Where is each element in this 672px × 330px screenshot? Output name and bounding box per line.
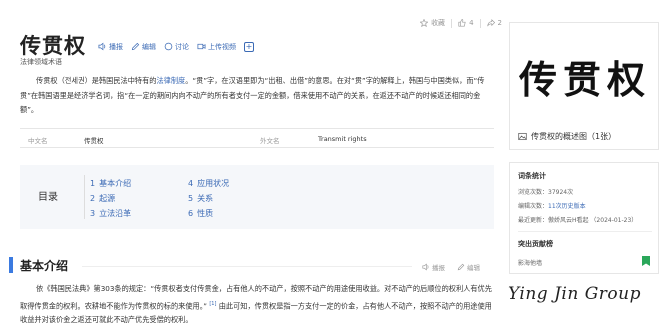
toc-num: 4 bbox=[188, 179, 194, 188]
history-link[interactable]: 11次历史版本 bbox=[548, 203, 586, 210]
play-button[interactable]: 播报 bbox=[98, 42, 123, 52]
cn-name-value: 传贯权 bbox=[84, 137, 104, 145]
star-icon bbox=[420, 19, 429, 27]
title-row: 传贯权 播报 编辑 讨论 上传视频 + bbox=[20, 30, 254, 60]
plus-icon: + bbox=[245, 41, 253, 51]
summary-text: 传贯权（전세권）是韩国民法中特有的 bbox=[36, 76, 157, 85]
toc-item[interactable]: 5 关系 bbox=[188, 193, 213, 204]
top-actions: 收藏 4 2 bbox=[420, 18, 502, 28]
title-tools: 播报 编辑 讨论 上传视频 + bbox=[98, 41, 254, 52]
toc-num: 6 bbox=[188, 209, 194, 218]
contrib-user[interactable]: 影海他墙 bbox=[518, 258, 542, 267]
section-accent-bar bbox=[9, 257, 13, 273]
toc-item[interactable]: 2 起源 bbox=[90, 193, 115, 204]
toc-label: 关系 bbox=[197, 194, 214, 203]
edit-button[interactable]: 编辑 bbox=[131, 42, 156, 52]
section-edit-button[interactable]: 编辑 bbox=[457, 262, 480, 272]
stats-label: 最近更新： bbox=[518, 217, 549, 224]
upload-video-label: 上传视频 bbox=[208, 42, 236, 51]
divider bbox=[479, 18, 481, 28]
toc-label: 起源 bbox=[99, 194, 116, 203]
contrib-heading: 突出贡献榜 bbox=[518, 240, 553, 248]
summary-paragraph: 传贯权（전세권）是韩国民法中特有的法律制度。“贯”字，在汉语里即为“出租、出借”… bbox=[20, 74, 494, 118]
album-image-text: 传贯权 bbox=[518, 56, 651, 102]
section-paragraph: 依《韩国民法典》第303条的规定：“传贯权者支付传贯金，占有他人的不动产，按照不… bbox=[20, 282, 494, 328]
toc-num: 3 bbox=[90, 209, 96, 218]
speaker-icon bbox=[422, 263, 429, 271]
video-icon bbox=[197, 43, 206, 50]
toc-title: 目录 bbox=[38, 192, 58, 203]
toc-item[interactable]: 4 应用状况 bbox=[188, 178, 229, 189]
play-label: 播报 bbox=[109, 42, 123, 51]
info-box: 中文名 传贯权 外文名 Transmit rights bbox=[20, 128, 494, 148]
cn-name-label: 中文名 bbox=[28, 137, 48, 145]
page-title: 传贯权 bbox=[20, 33, 86, 58]
stats-value: 傲娇风云H看起 （2024-01-23） bbox=[548, 217, 638, 224]
share-icon bbox=[486, 19, 495, 27]
stats-views: 浏览次数：37924次 bbox=[518, 187, 573, 196]
share-button[interactable]: 2 bbox=[486, 19, 502, 27]
legal-system-link[interactable]: 法律制度 bbox=[156, 76, 185, 85]
speaker-icon bbox=[98, 42, 106, 51]
section-play-label: 播报 bbox=[432, 264, 445, 272]
share-count: 2 bbox=[497, 19, 502, 27]
upload-video-button[interactable]: 上传视频 bbox=[197, 42, 236, 52]
divider bbox=[82, 266, 412, 267]
toc-item[interactable]: 3 立法沿革 bbox=[90, 208, 131, 219]
stats-label: 编辑次数： bbox=[518, 203, 549, 210]
stats-edits: 编辑次数：11次历史版本 bbox=[518, 201, 586, 210]
discuss-label: 讨论 bbox=[175, 42, 189, 51]
discuss-button[interactable]: 讨论 bbox=[164, 42, 189, 52]
stats-heading: 词条统计 bbox=[518, 172, 546, 180]
foreign-name-label: 外文名 bbox=[260, 137, 280, 145]
watermark: Ying Jin Group bbox=[508, 284, 641, 304]
thumbs-up-icon bbox=[458, 19, 466, 27]
foreign-name-value: Transmit rights bbox=[318, 135, 367, 143]
section-title: 基本介绍 bbox=[20, 259, 69, 273]
toc-num: 5 bbox=[188, 194, 194, 203]
stats-value: 37924次 bbox=[548, 189, 574, 196]
collect-button[interactable]: 收藏 bbox=[420, 18, 445, 28]
like-count: 4 bbox=[469, 19, 474, 27]
toc-item[interactable]: 6 性质 bbox=[188, 208, 213, 219]
toc-num: 2 bbox=[90, 194, 96, 203]
collect-label: 收藏 bbox=[431, 19, 446, 27]
divider bbox=[84, 175, 85, 219]
reference-link[interactable]: [1] bbox=[209, 301, 216, 307]
section-play-button[interactable]: 播报 bbox=[422, 262, 445, 272]
toc-label: 基本介绍 bbox=[99, 179, 132, 188]
chat-icon bbox=[164, 42, 173, 51]
section-tools: 播报 编辑 bbox=[422, 262, 480, 272]
stats-updated: 最近更新：傲娇风云H看起 （2024-01-23） bbox=[518, 215, 637, 224]
bookmark-icon bbox=[642, 256, 650, 266]
add-button[interactable]: + bbox=[244, 41, 254, 52]
pencil-icon bbox=[457, 263, 465, 271]
album-caption[interactable]: 传贯权的概述图（1张） bbox=[518, 131, 616, 142]
like-button[interactable]: 4 bbox=[458, 19, 474, 27]
divider bbox=[518, 231, 652, 232]
divider bbox=[451, 18, 453, 28]
toc-num: 1 bbox=[90, 179, 96, 188]
image-icon bbox=[518, 132, 527, 141]
stats-card: 词条统计 浏览次数：37924次 编辑次数：11次历史版本 最近更新：傲娇风云H… bbox=[509, 162, 659, 274]
pencil-icon bbox=[131, 42, 140, 51]
album-card[interactable]: 传贯权 传贯权的概述图（1张） bbox=[509, 22, 659, 150]
section-edit-label: 编辑 bbox=[467, 264, 480, 272]
toc-label: 立法沿革 bbox=[99, 209, 132, 218]
album-image[interactable]: 传贯权 bbox=[516, 33, 654, 119]
stats-label: 浏览次数： bbox=[518, 189, 549, 196]
table-of-contents: 目录 1 基本介绍 2 起源 3 立法沿革 4 应用状况 5 关系 6 性质 bbox=[20, 165, 494, 229]
toc-label: 应用状况 bbox=[197, 179, 230, 188]
page-subtitle: 法律领域术语 bbox=[20, 58, 62, 66]
edit-label: 编辑 bbox=[142, 42, 156, 51]
album-caption-text: 传贯权的概述图（1张） bbox=[531, 132, 617, 141]
toc-item[interactable]: 1 基本介绍 bbox=[90, 178, 131, 189]
toc-label: 性质 bbox=[197, 209, 214, 218]
